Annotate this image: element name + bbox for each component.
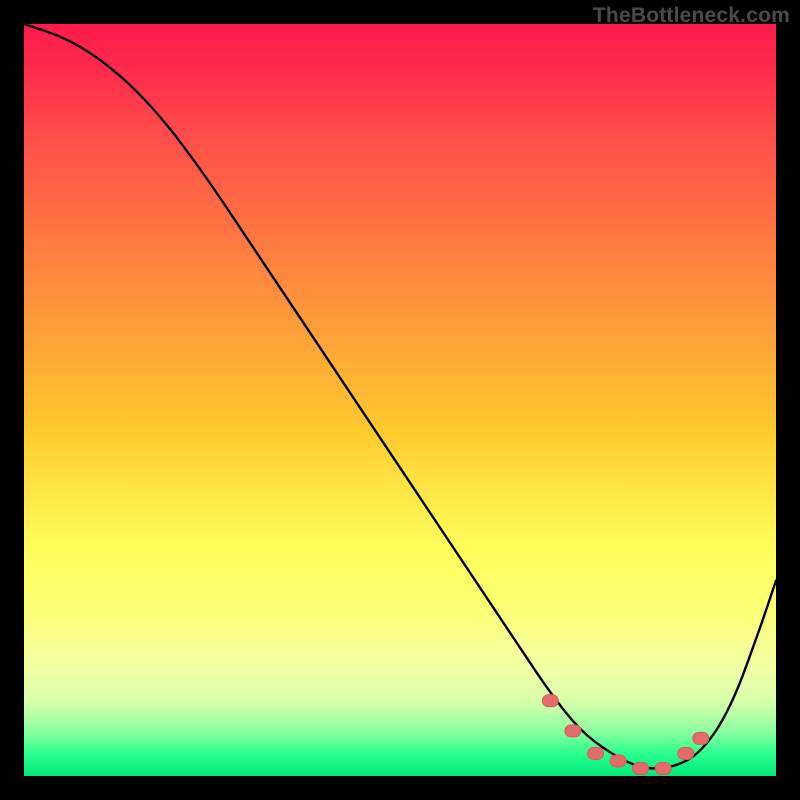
curve-svg xyxy=(24,24,776,776)
marker-point xyxy=(633,762,649,774)
marker-point xyxy=(565,725,581,737)
chart-frame: TheBottleneck.com xyxy=(0,0,800,800)
marker-point xyxy=(542,695,558,707)
marker-point xyxy=(655,762,671,774)
plot-area xyxy=(24,24,776,776)
marker-point xyxy=(610,755,626,767)
bottleneck-curve-path xyxy=(24,24,776,768)
marker-point xyxy=(678,747,694,759)
marker-point xyxy=(693,732,709,744)
marker-point xyxy=(588,747,604,759)
watermark-text: TheBottleneck.com xyxy=(593,4,790,28)
